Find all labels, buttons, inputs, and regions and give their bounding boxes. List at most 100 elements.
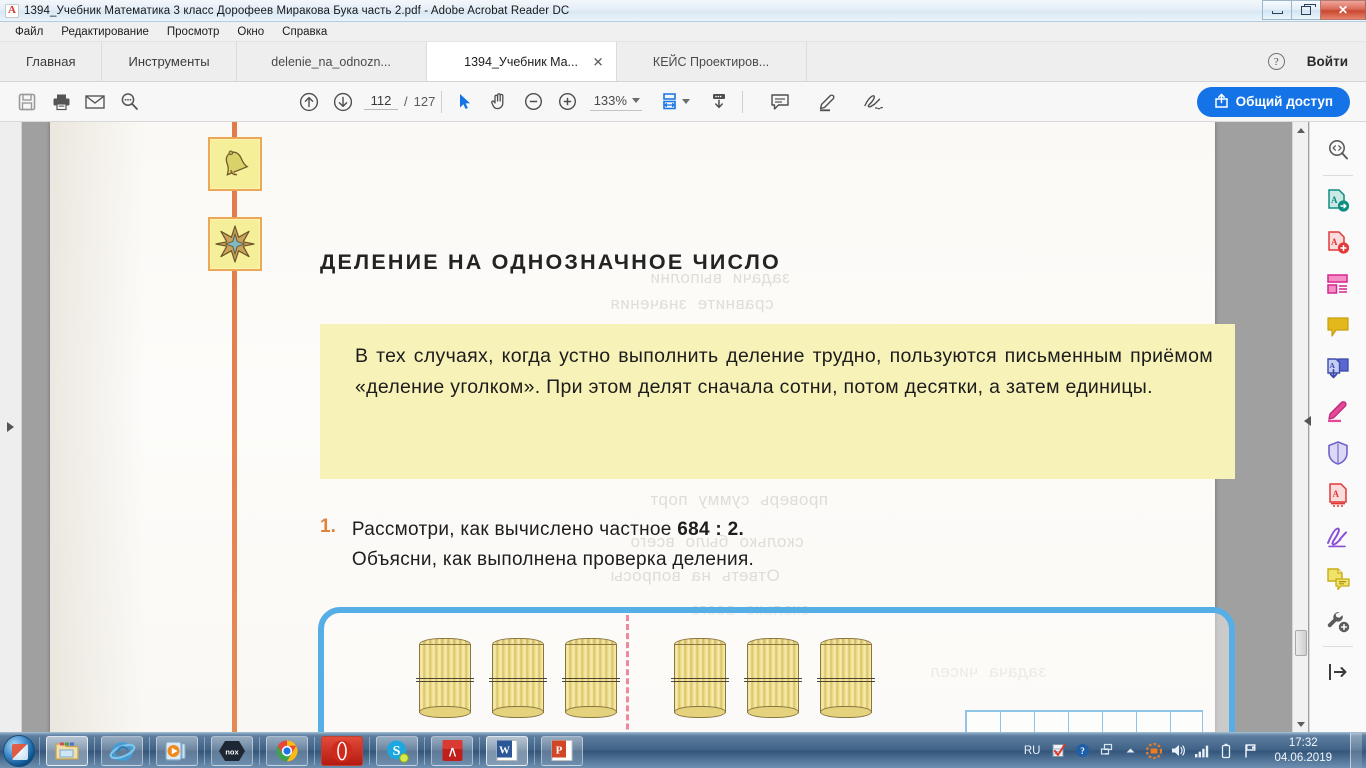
comment-icon[interactable] bbox=[763, 87, 797, 117]
task-text: Рассмотри, как вычислено частное 684 : 2… bbox=[352, 515, 754, 575]
search-enhanced-icon[interactable] bbox=[1318, 130, 1358, 170]
pdf-page: задачи выполни сравните значения вычисли… bbox=[50, 122, 1235, 732]
collapse-panel-icon[interactable] bbox=[1318, 652, 1358, 692]
nox-icon[interactable]: nox bbox=[211, 735, 253, 766]
file-explorer-icon[interactable] bbox=[46, 735, 88, 766]
hundreds-bundle bbox=[817, 638, 875, 718]
volume-icon[interactable] bbox=[1170, 743, 1186, 759]
hand-icon[interactable] bbox=[482, 87, 516, 117]
task-1: 1. Рассмотри, как вычислено частное 684 … bbox=[320, 515, 1080, 575]
chrome-icon[interactable] bbox=[266, 735, 308, 766]
combine-files-icon[interactable]: A bbox=[1318, 349, 1358, 389]
minimize-button[interactable] bbox=[1262, 0, 1291, 20]
hundreds-bundle bbox=[416, 638, 474, 718]
print-icon[interactable] bbox=[44, 87, 78, 117]
scroll-mode-icon[interactable] bbox=[702, 87, 736, 117]
powerpoint-icon[interactable]: P bbox=[541, 735, 583, 766]
svg-text:nox: nox bbox=[225, 747, 239, 756]
tab-close-icon[interactable]: ✕ bbox=[593, 55, 604, 68]
clock[interactable]: 17:32 04.06.2019 bbox=[1266, 736, 1340, 766]
skype-icon[interactable]: S bbox=[376, 735, 418, 766]
save-icon[interactable] bbox=[10, 87, 44, 117]
fill-sign-icon[interactable] bbox=[1318, 517, 1358, 557]
scroll-up-icon[interactable] bbox=[1293, 122, 1309, 138]
menu-window[interactable]: Окно bbox=[228, 24, 273, 40]
tab-bar-right: ? Войти bbox=[1267, 42, 1366, 81]
highlight-tool-icon[interactable] bbox=[1318, 391, 1358, 431]
notepad-tray-icon[interactable] bbox=[1050, 743, 1066, 759]
word-icon[interactable]: W bbox=[486, 735, 528, 766]
highlight-box: В тех случаях, когда устно выполнить дел… bbox=[320, 324, 1235, 479]
protect-icon[interactable] bbox=[1318, 433, 1358, 473]
hundreds-bundle bbox=[744, 638, 802, 718]
media-player-icon[interactable] bbox=[156, 735, 198, 766]
cursor-icon[interactable] bbox=[448, 87, 482, 117]
page-number-input[interactable] bbox=[364, 93, 398, 110]
edit-pdf-icon[interactable] bbox=[1318, 265, 1358, 305]
compress-pdf-icon[interactable]: A bbox=[1318, 475, 1358, 515]
create-pdf-icon[interactable]: A bbox=[1318, 223, 1358, 263]
tab-tools[interactable]: Инструменты bbox=[102, 42, 237, 81]
export-pdf-icon[interactable]: A bbox=[1318, 181, 1358, 221]
start-button[interactable] bbox=[3, 734, 35, 767]
help-icon[interactable]: ? bbox=[1267, 53, 1285, 70]
help-tray-icon[interactable]: ? bbox=[1074, 743, 1090, 759]
page-title: ДЕЛЕНИЕ НА ОДНОЗНАЧНОЕ ЧИСЛО bbox=[320, 250, 781, 274]
taskbar-divider bbox=[259, 736, 260, 765]
scrollbar-thumb[interactable] bbox=[1295, 630, 1307, 656]
zoom-in-icon[interactable] bbox=[550, 87, 584, 117]
battery-icon[interactable] bbox=[1218, 743, 1234, 759]
acrobat-icon[interactable]: ∧ bbox=[431, 735, 473, 766]
long-division-grid: 6 8 4 2 − 6 3 4 2 8 bbox=[965, 710, 1203, 732]
close-button[interactable]: ✕ bbox=[1320, 0, 1366, 20]
show-desktop-button[interactable] bbox=[1350, 732, 1362, 768]
taskbar-divider bbox=[534, 736, 535, 765]
next-page-icon[interactable] bbox=[326, 87, 360, 117]
zoom-level-selector[interactable]: 133% bbox=[590, 93, 643, 111]
highlighter-icon[interactable] bbox=[811, 87, 845, 117]
tab-document-delenie[interactable]: delenie_na_odnozn... bbox=[237, 42, 427, 81]
comment-tool-icon[interactable] bbox=[1318, 307, 1358, 347]
network-overlay-icon[interactable] bbox=[1098, 743, 1114, 759]
expand-panel-icon[interactable] bbox=[7, 422, 14, 432]
opera-icon[interactable] bbox=[321, 735, 363, 766]
taskbar-divider bbox=[369, 736, 370, 765]
svg-text:P: P bbox=[556, 745, 563, 757]
tab-document-keys[interactable]: КЕЙС Проектиров... bbox=[617, 42, 807, 81]
chevron-down-icon[interactable] bbox=[632, 97, 641, 103]
tab-home[interactable]: Главная bbox=[0, 42, 103, 81]
show-hidden-icons-icon[interactable] bbox=[1122, 743, 1138, 759]
collapse-tools-pane-button[interactable] bbox=[1300, 414, 1314, 428]
share-button[interactable]: Общий доступ bbox=[1196, 86, 1350, 117]
group-divider bbox=[626, 615, 629, 732]
system-tray: RU ? 17:32 04.06.2019 bbox=[1022, 732, 1366, 768]
menu-view[interactable]: Просмотр bbox=[158, 24, 229, 40]
page-separator: / bbox=[404, 94, 408, 109]
window-title: 1394_Учебник Математика 3 класс Дорофеев… bbox=[24, 4, 570, 17]
taskbar-divider bbox=[39, 736, 40, 765]
screen-recorder-icon[interactable] bbox=[1146, 742, 1163, 759]
menu-help[interactable]: Справка bbox=[273, 24, 336, 40]
page-canvas[interactable]: задачи выполни сравните значения вычисли… bbox=[22, 122, 1292, 732]
search-icon[interactable] bbox=[112, 87, 146, 117]
menu-file[interactable]: Файл bbox=[6, 24, 52, 40]
menu-edit[interactable]: Редактирование bbox=[52, 24, 158, 40]
svg-text:A: A bbox=[1331, 237, 1338, 247]
scroll-down-icon[interactable] bbox=[1293, 716, 1309, 732]
restore-button[interactable] bbox=[1291, 0, 1320, 20]
fit-page-chevron-icon[interactable] bbox=[682, 99, 691, 104]
sign-icon[interactable] bbox=[855, 87, 889, 117]
zoom-out-icon[interactable] bbox=[516, 87, 550, 117]
organize-pages-icon[interactable] bbox=[1318, 559, 1358, 599]
email-icon[interactable] bbox=[78, 87, 112, 117]
signal-icon[interactable] bbox=[1194, 743, 1210, 759]
navigation-pane-toggle[interactable] bbox=[0, 122, 22, 732]
language-indicator[interactable]: RU bbox=[1022, 745, 1043, 757]
action-center-flag-icon[interactable] bbox=[1242, 743, 1258, 759]
task-number: 1. bbox=[320, 516, 336, 537]
sign-in-button[interactable]: Войти bbox=[1307, 54, 1348, 69]
tab-document-uchebnik[interactable]: 1394_Учебник Ma... ✕ bbox=[426, 42, 617, 81]
internet-explorer-icon[interactable] bbox=[101, 735, 143, 766]
previous-page-icon[interactable] bbox=[292, 87, 326, 117]
more-tools-icon[interactable] bbox=[1318, 601, 1358, 641]
